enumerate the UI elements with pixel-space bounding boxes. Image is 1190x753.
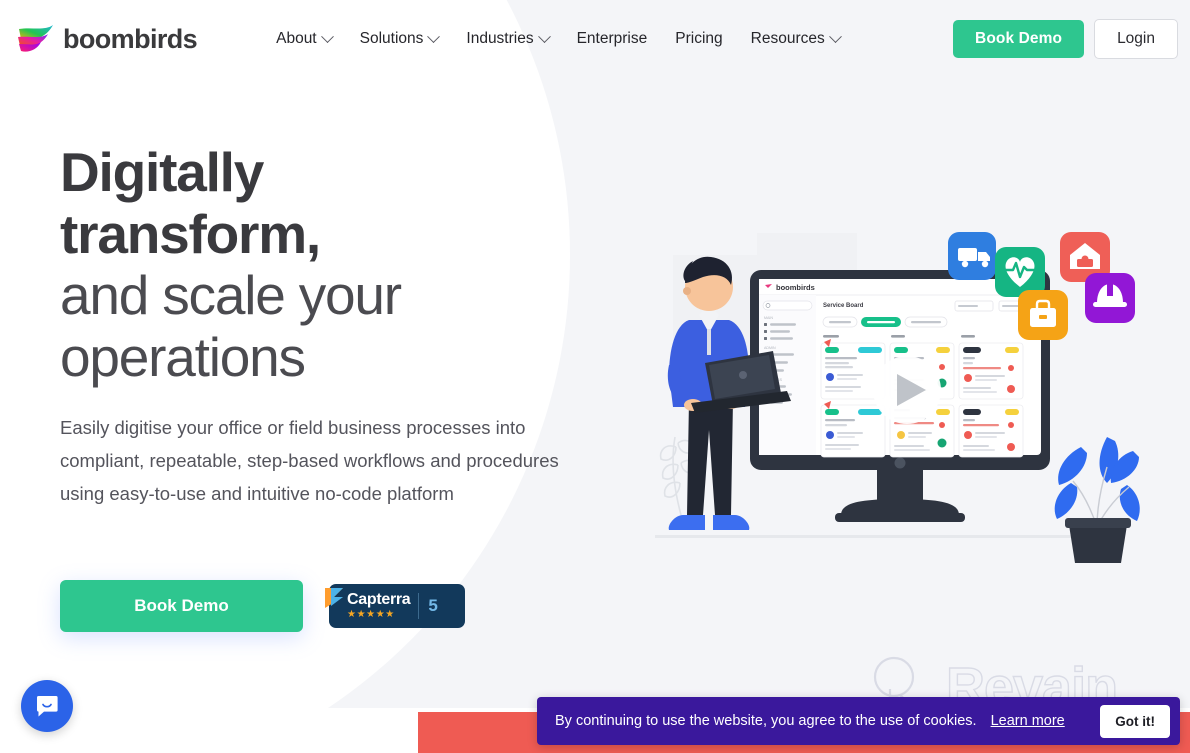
brand-name: boombirds <box>63 23 198 54</box>
hero-paragraph: Easily digitise your office or field bus… <box>60 417 559 505</box>
nav-label: Enterprise <box>576 30 648 47</box>
tile-briefcase <box>1018 290 1068 340</box>
nav-item-enterprise[interactable]: Enterprise <box>563 24 662 54</box>
site-header: boombirds About Solutions Industries Ent… <box>0 0 1190 78</box>
capterra-divider <box>418 593 420 619</box>
hero-text-block: Digitally transform, and scale your oper… <box>60 141 600 511</box>
tile-truck <box>948 232 996 280</box>
hero-cta-row: Book Demo Capterra ★★★★★ 5 <box>60 580 465 632</box>
nav-item-about[interactable]: About <box>262 24 346 54</box>
chevron-down-icon <box>828 29 842 43</box>
play-button-icon <box>873 356 941 424</box>
header-book-demo-button[interactable]: Book Demo <box>953 20 1085 58</box>
chevron-down-icon <box>320 29 334 43</box>
capterra-flag-icon <box>325 588 343 608</box>
nav-item-resources[interactable]: Resources <box>737 24 854 54</box>
chevron-down-icon <box>537 29 551 43</box>
capterra-label-group: Capterra ★★★★★ <box>347 591 411 620</box>
nav-item-industries[interactable]: Industries <box>452 24 562 54</box>
nav-label: Solutions <box>359 30 424 47</box>
chat-bubble-icon <box>36 696 58 717</box>
cookie-learn-more-link[interactable]: Learn more <box>991 713 1065 729</box>
nav-item-pricing[interactable]: Pricing <box>661 24 736 54</box>
hero-heading-line-4: operations <box>60 325 306 388</box>
tile-heartbeat <box>995 247 1045 297</box>
chevron-down-icon <box>427 29 441 43</box>
hero-book-demo-button[interactable]: Book Demo <box>60 580 303 632</box>
monitor-power-indicator <box>894 457 906 469</box>
svg-text:ADMIN: ADMIN <box>764 346 776 350</box>
plant-illustration <box>1054 437 1140 563</box>
capterra-stars: ★★★★★ <box>347 608 395 620</box>
hero-heading-line-3: and scale your <box>60 264 402 327</box>
hero-illustration[interactable]: boombirds MAIN ADMIN SETTINGS <box>645 215 1165 575</box>
capterra-rating-badge[interactable]: Capterra ★★★★★ 5 <box>325 584 465 628</box>
nav-label: Resources <box>750 30 825 47</box>
boombirds-wing-logo-icon <box>18 25 53 52</box>
svg-text:boombirds: boombirds <box>776 283 815 292</box>
cookie-message: By continuing to use the website, you ag… <box>555 713 977 729</box>
nav-label: About <box>276 30 317 47</box>
nav-label: Industries <box>466 30 534 47</box>
hero-heading-line-2: transform, <box>60 202 321 265</box>
capterra-name: Capterra <box>347 591 411 609</box>
nav-item-solutions[interactable]: Solutions <box>346 24 453 54</box>
cookie-accept-button[interactable]: Got it! <box>1100 704 1170 738</box>
svg-text:MAIN: MAIN <box>764 316 773 320</box>
nav-label: Pricing <box>675 30 723 47</box>
capterra-score: 5 <box>428 596 438 615</box>
chat-launcher-button[interactable] <box>21 680 73 732</box>
page-root: boombirds About Solutions Industries Ent… <box>0 0 1190 753</box>
hero-illustration-svg: boombirds MAIN ADMIN SETTINGS <box>655 232 1140 563</box>
hero-heading-line-1: Digitally <box>60 141 264 203</box>
main-navigation: About Solutions Industries Enterprise Pr… <box>262 24 854 54</box>
svg-text:Service Board: Service Board <box>823 303 864 309</box>
cookie-consent-banner: By continuing to use the website, you ag… <box>537 697 1180 745</box>
page-title: Digitally transform, and scale your oper… <box>60 141 600 388</box>
login-button[interactable]: Login <box>1094 19 1178 59</box>
tile-hardhat <box>1085 273 1135 323</box>
brand-logo[interactable]: boombirds <box>16 22 198 56</box>
header-actions: Book Demo Login <box>953 19 1178 59</box>
